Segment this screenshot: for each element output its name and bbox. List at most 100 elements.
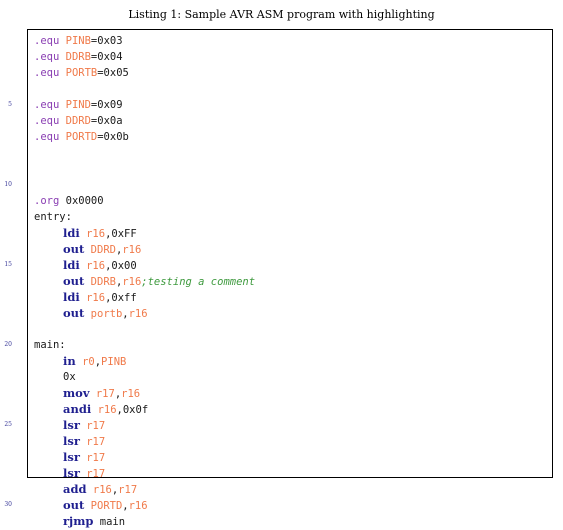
code-token-plain: entry:	[34, 211, 72, 223]
code-token-mn: in	[63, 354, 76, 368]
code-line: main:	[34, 337, 255, 353]
code-token-plain: ,0x00	[105, 260, 137, 272]
code-token-plain: main:	[34, 339, 66, 351]
code-line: rjmp main	[34, 513, 255, 529]
code-token-mn: andi	[63, 402, 92, 416]
code-token-sym: r16	[121, 388, 141, 400]
code-token-plain: ,0xff	[105, 292, 137, 304]
code-token-sym: r16	[122, 244, 142, 256]
code-token-mn: out	[63, 306, 85, 320]
code-token-sym: r17	[86, 452, 106, 464]
code-token-sym: PINB	[65, 35, 91, 47]
code-line: .equ PIND=0x09	[34, 97, 255, 113]
code-token-sym: PORTD	[65, 131, 98, 143]
code-token-mn: out	[63, 498, 85, 512]
code-line: out portb,r16	[34, 305, 255, 321]
code-token-plain: ,0xFF	[105, 228, 137, 240]
code-line: andi r16,0x0f	[34, 401, 255, 417]
code-line: .equ PORTD=0x0b	[34, 129, 255, 145]
code-token-mn: ldi	[63, 290, 80, 304]
code-listing: .equ PINB=0x03 .equ DDRB=0x04 .equ PORTB=0…	[34, 33, 255, 529]
code-token-mn: rjmp	[63, 514, 94, 528]
line-number: 15	[4, 261, 12, 268]
code-token-sym: r16	[128, 500, 148, 512]
code-token-sym: r17	[95, 388, 115, 400]
code-token-plain: 0x0000	[59, 195, 104, 207]
code-token-cmt: ;testing a comment	[141, 276, 256, 288]
code-token-sym: DDRD	[90, 244, 116, 256]
code-line: .equ DDRB=0x04	[34, 49, 255, 65]
code-token-mn: out	[63, 274, 85, 288]
code-line: ldi r16,0xff	[34, 289, 255, 305]
code-line: lsr r17	[34, 449, 255, 465]
code-line: .equ PINB=0x03	[34, 33, 255, 49]
code-token-sym: r16	[92, 484, 112, 496]
code-token-plain: main	[93, 516, 126, 528]
code-token-sym: PORTB	[65, 67, 98, 79]
code-token-sym: PORTD	[90, 500, 123, 512]
code-token-mn: out	[63, 242, 85, 256]
code-token-mn: add	[63, 482, 87, 496]
code-token-mn: ldi	[63, 226, 80, 240]
code-line: out DDRD,r16	[34, 241, 255, 257]
code-token-mn: lsr	[63, 466, 80, 480]
code-token-plain: =0x03	[90, 35, 123, 47]
code-line: .org 0x0000	[34, 193, 255, 209]
code-token-sym: PINB	[101, 356, 127, 368]
code-token-mn: mov	[63, 386, 90, 400]
code-token-dir: .equ	[34, 99, 60, 111]
code-token-dir: .equ	[34, 115, 60, 127]
code-token-dir: .org	[34, 195, 60, 207]
code-line: in r0,PINB	[34, 353, 255, 369]
code-token-dir: .equ	[34, 67, 60, 79]
code-token-sym: r16	[86, 260, 106, 272]
code-token-sym: r16	[86, 292, 106, 304]
code-token-sym: PIND	[65, 99, 91, 111]
code-token-plain: =0x04	[90, 51, 123, 63]
code-token-mn: lsr	[63, 418, 80, 432]
code-token-sym: DDRD	[65, 115, 91, 127]
code-token-mn: ldi	[63, 258, 80, 272]
code-token-mn: lsr	[63, 450, 80, 464]
line-number: 20	[4, 341, 12, 348]
code-line: lsr r17	[34, 433, 255, 449]
code-token-sym: r17	[86, 468, 106, 480]
code-token-plain: 0x	[63, 371, 76, 383]
code-line: 0x	[34, 369, 255, 385]
code-token-dir: .equ	[34, 51, 60, 63]
code-line: lsr r17	[34, 417, 255, 433]
code-token-dir: .equ	[34, 35, 60, 47]
code-token-mn: lsr	[63, 434, 80, 448]
code-line: add r16,r17	[34, 481, 255, 497]
code-token-sym: r16	[122, 276, 142, 288]
code-token-plain: ,0x0f	[116, 404, 149, 416]
code-token-sym: r17	[86, 420, 106, 432]
code-token-sym: DDRB	[65, 51, 91, 63]
code-line: .equ PORTB=0x05	[34, 65, 255, 81]
line-number: 5	[8, 101, 12, 108]
listing-caption: Listing 1: Sample AVR ASM program with h…	[128, 8, 435, 21]
code-line: ldi r16,0xFF	[34, 225, 255, 241]
code-line: entry:	[34, 209, 255, 225]
code-token-dir: .equ	[34, 131, 60, 143]
code-token-sym: r17	[118, 484, 138, 496]
code-token-sym: portb	[90, 308, 123, 320]
code-token-plain: =0x0b	[97, 131, 129, 143]
code-line: lsr r17	[34, 465, 255, 481]
code-token-plain: =0x0a	[90, 115, 123, 127]
line-number: 25	[4, 421, 12, 428]
code-line: ldi r16,0x00	[34, 257, 255, 273]
code-token-sym: DDRB	[90, 276, 116, 288]
code-token-sym: r16	[128, 308, 148, 320]
code-token-sym: r16	[97, 404, 117, 416]
line-number: 30	[4, 501, 12, 508]
code-token-sym: r0	[82, 356, 95, 368]
code-token-plain: =0x05	[97, 67, 129, 79]
code-token-sym: r17	[86, 436, 106, 448]
code-token-sym: r16	[86, 228, 106, 240]
